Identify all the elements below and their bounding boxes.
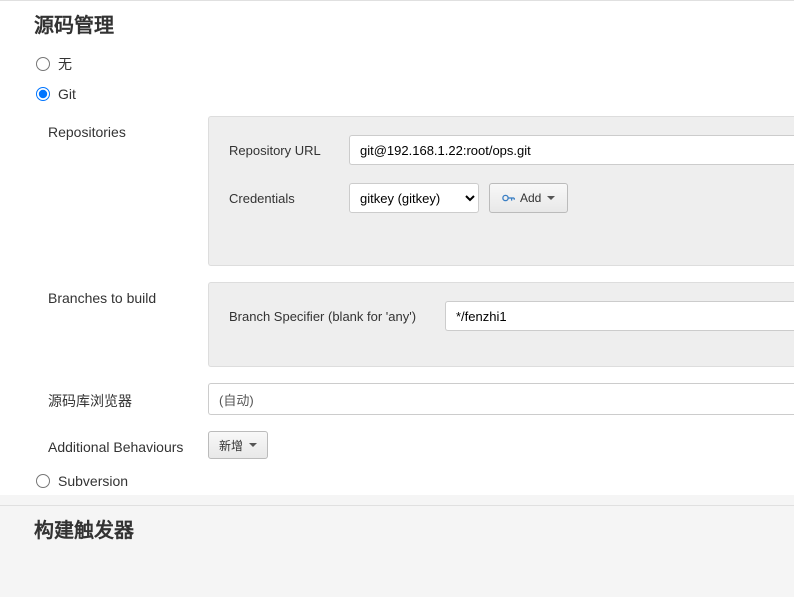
repo-browser-select[interactable]: (自动) xyxy=(208,383,794,415)
key-icon xyxy=(502,193,516,203)
repositories-label: Repositories xyxy=(48,116,208,140)
credentials-label: Credentials xyxy=(229,191,349,206)
branch-specifier-input[interactable] xyxy=(445,301,794,331)
radio-subversion[interactable] xyxy=(36,474,50,488)
section-title-triggers: 构建触发器 xyxy=(0,506,794,553)
repo-url-input[interactable] xyxy=(349,135,794,165)
section-title-scm: 源码管理 xyxy=(0,1,794,48)
radio-label-none: 无 xyxy=(58,54,72,74)
radio-none[interactable] xyxy=(36,57,50,71)
scm-option-git[interactable]: Git xyxy=(0,80,794,108)
scm-option-none[interactable]: 无 xyxy=(0,48,794,80)
credentials-select[interactable]: gitkey (gitkey) xyxy=(349,183,479,213)
repo-url-label: Repository URL xyxy=(229,143,349,158)
scm-option-subversion[interactable]: Subversion xyxy=(0,467,794,495)
chevron-down-icon xyxy=(249,443,257,447)
branches-label: Branches to build xyxy=(48,282,208,306)
repositories-box: Repository URL Credentials gitkey (gitke… xyxy=(208,116,794,266)
add-behaviour-button[interactable]: 新增 xyxy=(208,431,268,459)
radio-label-git: Git xyxy=(58,86,76,102)
add-button-label: Add xyxy=(520,191,541,205)
chevron-down-icon xyxy=(547,196,555,200)
branches-box: Branch Specifier (blank for 'any') xyxy=(208,282,794,367)
repo-browser-label: 源码库浏览器 xyxy=(48,383,208,411)
branch-specifier-label: Branch Specifier (blank for 'any') xyxy=(229,309,445,324)
additional-behaviours-label: Additional Behaviours xyxy=(48,431,208,455)
radio-label-subversion: Subversion xyxy=(58,473,128,489)
add-credentials-button[interactable]: Add xyxy=(489,183,568,213)
radio-git[interactable] xyxy=(36,87,50,101)
